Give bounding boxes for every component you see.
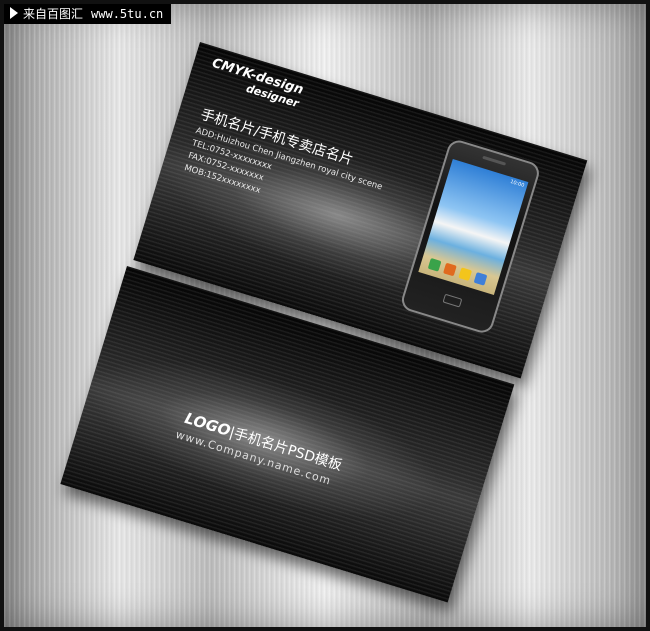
phone-status-time: 10:00	[509, 178, 525, 189]
messages-app-icon	[458, 267, 473, 282]
phone-app-icon	[427, 257, 442, 272]
watermark-label: 来自百图汇	[23, 7, 84, 21]
phone-screen: 10:00	[418, 159, 529, 295]
watermark-domain: www.5tu.cn	[91, 7, 164, 21]
smartphone-image: 10:00	[398, 137, 542, 336]
phone-speaker	[482, 155, 507, 166]
play-icon	[10, 7, 18, 19]
phone-dock	[427, 257, 488, 286]
home-button	[442, 293, 463, 308]
contacts-app-icon	[443, 262, 457, 277]
source-watermark: 来自百图汇 www.5tu.cn	[4, 4, 172, 24]
apps-app-icon	[473, 271, 488, 286]
contact-info: 手机名片/手机专卖店名片 ADD:Huizhou Chen Jiangzhen …	[182, 106, 389, 232]
